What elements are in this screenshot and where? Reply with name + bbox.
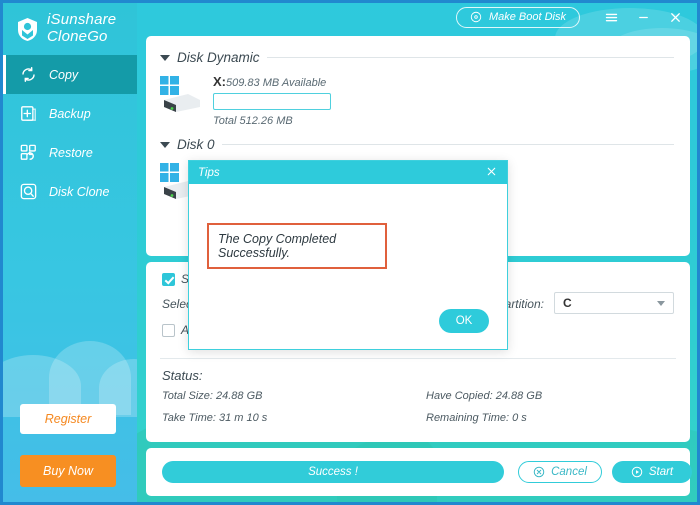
- cancel-label: Cancel: [551, 466, 587, 478]
- dialog-titlebar: Tips: [189, 161, 507, 184]
- sidebar-item-label: Disk Clone: [49, 184, 110, 199]
- progress-bar: Success !: [162, 461, 504, 483]
- chevron-down-icon: [160, 141, 170, 148]
- titlebar: Make Boot Disk: [137, 3, 697, 31]
- disk-section-title: Disk Dynamic: [177, 50, 260, 65]
- close-icon: [487, 167, 496, 175]
- set-target-checkbox[interactable]: [162, 272, 175, 286]
- disk-section-title: Disk 0: [177, 137, 215, 152]
- partition-select[interactable]: C: [554, 292, 674, 314]
- partition-value: C: [563, 296, 572, 310]
- disk-section-header-disk0[interactable]: Disk 0: [146, 127, 690, 152]
- copy-refresh-icon: [22, 67, 35, 82]
- tips-dialog: Tips The Copy Completed Successfully. OK: [188, 160, 508, 350]
- drive-row-x[interactable]: X:509.83 MB Available Total 512.26 MB: [146, 74, 690, 127]
- restore-grid-icon: [20, 144, 36, 160]
- close-button[interactable]: [662, 5, 688, 29]
- status-title: Status:: [162, 368, 203, 383]
- hamburger-menu-icon: [605, 13, 617, 21]
- partition-label: artition:: [505, 297, 544, 311]
- make-boot-disk-label: Make Boot Disk: [488, 11, 566, 23]
- buy-now-label: Buy Now: [42, 464, 94, 478]
- sidebar-item-copy[interactable]: Copy: [3, 55, 137, 94]
- start-label: Start: [648, 466, 674, 478]
- disc-icon: [470, 11, 482, 23]
- windows-drive-icon: [158, 74, 202, 114]
- menu-button[interactable]: [598, 5, 624, 29]
- total-size-stat: Total Size: 24.88 GB: [162, 390, 263, 402]
- partition-label-text: artition:: [504, 297, 544, 311]
- brand-line-2: CloneGo: [47, 28, 108, 45]
- drive-letter: X:: [213, 74, 226, 89]
- sidebar-item-label: Copy: [49, 67, 79, 82]
- remaining-time-stat: Remaining Time: 0 s: [426, 412, 527, 424]
- status-divider: [160, 358, 676, 359]
- drive-info-x: X:509.83 MB Available Total 512.26 MB: [213, 74, 331, 127]
- action-bar-panel: Success ! Cancel Start: [146, 448, 692, 496]
- application-window: iSunshare CloneGo Copy Backup Restore Di…: [0, 0, 700, 505]
- cancel-button[interactable]: Cancel: [518, 461, 602, 483]
- brand-logo: iSunshare CloneGo: [3, 3, 137, 55]
- dialog-ok-label: OK: [455, 315, 473, 327]
- disk-clone-icon: [20, 183, 37, 200]
- start-button[interactable]: Start: [612, 461, 692, 483]
- dialog-close-button[interactable]: [485, 165, 498, 181]
- play-circle-icon: [631, 466, 643, 478]
- section-divider: [221, 144, 674, 145]
- take-time-stat: Take Time: 31 m 10 s: [162, 412, 268, 424]
- drive-capacity-text: X:509.83 MB Available: [213, 74, 331, 89]
- buy-now-button[interactable]: Buy Now: [20, 455, 116, 487]
- drive-total-label: Total 512.26 MB: [213, 115, 293, 127]
- sidebar-item-disk-clone[interactable]: Disk Clone: [3, 172, 137, 211]
- sidebar-item-restore[interactable]: Restore: [3, 133, 137, 172]
- cancel-circle-icon: [533, 466, 545, 478]
- close-icon: [670, 12, 680, 22]
- sidebar-item-backup[interactable]: Backup: [3, 94, 137, 133]
- shield-logo-icon: [18, 17, 37, 41]
- disk-section-header-dynamic[interactable]: Disk Dynamic: [146, 36, 690, 65]
- brand-name: iSunshare CloneGo: [47, 11, 117, 46]
- have-copied-stat: Have Copied: 24.88 GB: [426, 390, 543, 402]
- after-checkbox[interactable]: [162, 323, 175, 337]
- drive-available: 509.83 MB Available: [226, 77, 327, 89]
- brand-line-1: iSunshare: [47, 11, 117, 29]
- sidebar-item-label: Restore: [49, 145, 93, 160]
- chevron-down-icon: [657, 300, 665, 306]
- dialog-title-text: Tips: [198, 166, 220, 179]
- progress-label: Success !: [308, 466, 358, 478]
- minimize-button[interactable]: [630, 5, 656, 29]
- sidebar-item-label: Backup: [49, 106, 91, 121]
- make-boot-disk-button[interactable]: Make Boot Disk: [455, 6, 580, 28]
- dialog-message: The Copy Completed Successfully.: [207, 223, 387, 269]
- register-button[interactable]: Register: [20, 404, 116, 434]
- dialog-ok-button[interactable]: OK: [439, 309, 489, 333]
- sidebar: iSunshare CloneGo Copy Backup Restore Di…: [3, 3, 137, 502]
- register-label: Register: [44, 412, 92, 426]
- chevron-down-icon: [160, 54, 170, 61]
- backup-plus-icon: [21, 106, 36, 121]
- drive-usage-bar[interactable]: [213, 93, 331, 110]
- section-divider: [266, 57, 674, 58]
- minimize-icon: [638, 16, 648, 18]
